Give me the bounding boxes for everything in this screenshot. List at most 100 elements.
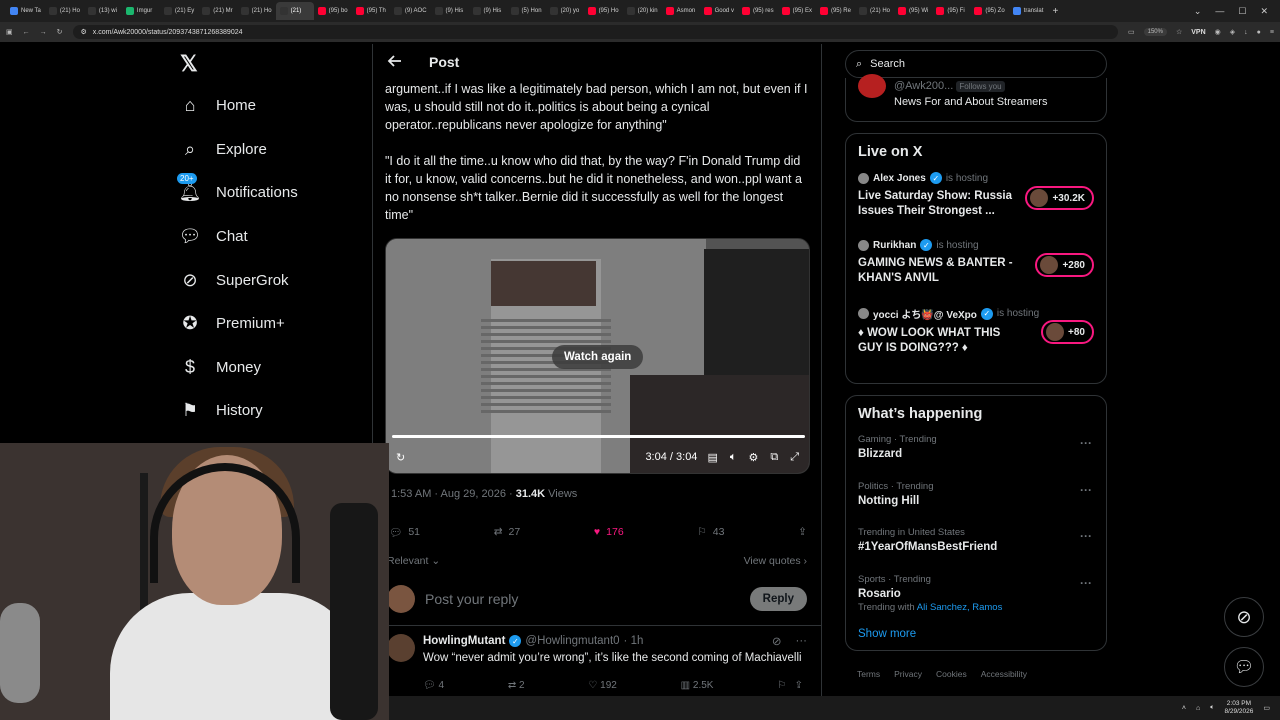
reply-repost-action[interactable]: ⇄ 2 — [508, 680, 525, 691]
sidebar-toggle-icon[interactable]: ▣ — [6, 28, 13, 36]
footer-link[interactable]: Terms — [857, 669, 880, 679]
show-more-link[interactable]: Show more — [858, 628, 1094, 640]
browser-tab[interactable]: (21) Ey — [160, 2, 198, 20]
browser-tab[interactable]: (20) yo — [546, 2, 584, 20]
nav-item-home[interactable]: ⌂ Home — [170, 84, 370, 128]
nav-item-history[interactable]: ⚑ History — [170, 389, 370, 433]
video-player[interactable]: Watch again ↻ 3:04 / 3:04 ▤ 🔈︎ ⚙ ⧉ ⤢ — [385, 238, 810, 474]
fullscreen-icon[interactable]: ⤢ — [790, 451, 799, 464]
browser-tab[interactable]: (9) AOC — [390, 2, 431, 20]
watch-again-button[interactable]: Watch again — [552, 345, 644, 369]
browser-tab[interactable]: (5) Hon — [507, 2, 546, 20]
footer-link[interactable]: Cookies — [936, 669, 967, 679]
close-window-icon[interactable]: ✕ — [1260, 6, 1268, 17]
view-quotes-link[interactable]: View quotes › — [744, 555, 807, 567]
reply-like-action[interactable]: ♡ 192 — [588, 680, 616, 691]
reply-tweet[interactable]: HowlingMutant ✓ @Howlingmutant0 · 1h ⊘ ·… — [373, 626, 821, 691]
reply-time[interactable]: · 1h — [624, 635, 644, 647]
profile-card[interactable]: @Awk200... Follows you News For and Abou… — [845, 74, 1107, 122]
browser-tab[interactable]: (95) Ho — [584, 2, 623, 20]
browser-tab[interactable]: (95) res — [738, 2, 778, 20]
browser-tab[interactable]: (95) Ex — [778, 2, 816, 20]
browser-tab[interactable]: (95) Fi — [932, 2, 970, 20]
browser-tab[interactable]: (21) Ho — [45, 2, 84, 20]
video-progress-bar[interactable] — [392, 435, 805, 438]
browser-tab[interactable]: (20) kin — [623, 2, 662, 20]
trend-item[interactable]: Politics · Trending Notting Hill ··· — [858, 481, 1094, 528]
nav-item-explore[interactable]: ⌕ Explore — [170, 128, 370, 172]
volume-tray-icon[interactable]: 🔈︎ — [1210, 704, 1214, 712]
captions-icon[interactable]: ▤ — [707, 451, 717, 464]
sort-dropdown[interactable]: Relevant ⌄ — [387, 555, 440, 567]
browser-tab[interactable]: Asmon — [662, 2, 700, 20]
browser-tab[interactable]: (21) Ho — [855, 2, 894, 20]
url-text[interactable]: x.com/Awk20000/status/209374387126838902… — [93, 29, 243, 36]
reply-input[interactable]: Post your reply — [425, 591, 740, 607]
footer-link[interactable]: Privacy — [894, 669, 922, 679]
volume-icon[interactable]: 🔈︎ — [730, 451, 737, 464]
browser-tab[interactable]: Imgur — [122, 2, 160, 20]
share-action[interactable]: ⇪ — [798, 526, 807, 538]
reply-action[interactable]: 💬︎ 51 — [389, 526, 420, 539]
footer-link[interactable]: Accessibility — [981, 669, 1027, 679]
nav-item-chat[interactable]: 💬︎ Chat — [170, 215, 370, 259]
reply-reply-action[interactable]: 💬︎ 4 — [423, 680, 444, 691]
listener-badge[interactable]: +80 — [1041, 320, 1094, 344]
back-icon[interactable]: ← — [23, 29, 30, 36]
avatar[interactable] — [387, 584, 415, 613]
listener-badge[interactable]: +30.2K — [1025, 186, 1094, 210]
reply-views-action[interactable]: ▥ 2.5K — [681, 680, 714, 691]
pip-icon[interactable]: ⧉ — [770, 451, 778, 464]
reload-icon[interactable]: ↻ — [57, 28, 63, 36]
extensions-icon[interactable]: ◈ — [1230, 28, 1235, 36]
x-logo[interactable]: 𝕏 — [170, 44, 370, 84]
menu-icon[interactable]: ≡ — [1270, 29, 1274, 36]
browser-tab[interactable]: (13) wi — [84, 2, 122, 20]
more-icon[interactable]: ··· — [796, 635, 808, 647]
browser-tab[interactable]: (95) Wi — [894, 2, 932, 20]
minimize-icon[interactable]: — — [1215, 6, 1224, 16]
zoom-level[interactable]: 150% — [1143, 28, 1167, 36]
trend-item[interactable]: Gaming · Trending Blizzard ··· — [858, 434, 1094, 481]
browser-tab[interactable]: translat — [1009, 2, 1048, 20]
nav-item-notifications[interactable]: 🔔︎ 20+ Notifications — [170, 171, 370, 215]
reply-avatar[interactable] — [387, 634, 415, 662]
browser-tab[interactable]: New Ta — [6, 2, 45, 20]
reply-author-name[interactable]: HowlingMutant — [423, 635, 505, 647]
post-time[interactable]: 1:53 AM · Aug 29, 2026 · — [391, 488, 516, 500]
nav-item-premium[interactable]: ✪ Premium+ — [170, 302, 370, 346]
more-icon[interactable]: ··· — [1080, 529, 1092, 543]
profile-avatar[interactable] — [858, 74, 886, 98]
live-item[interactable]: Rurikhan ✓ is hosting GAMING NEWS & BANTER … — [858, 239, 1094, 306]
settings-icon[interactable]: ⚙ — [748, 451, 758, 464]
browser-tab[interactable]: (95) Th — [352, 2, 390, 20]
messages-fab[interactable]: 💬︎ — [1224, 647, 1264, 687]
live-item[interactable]: Alex Jones ✓ is hosting Live Saturday Show:… — [858, 172, 1094, 239]
forward-icon[interactable]: → — [40, 29, 47, 36]
browser-tab[interactable]: (9) His — [431, 2, 469, 20]
browser-tab[interactable]: Good v — [700, 2, 738, 20]
notification-tray-icon[interactable]: ▭ — [1263, 704, 1270, 712]
live-item[interactable]: yocci よち👹@ VeXpo ✓ is hosting ♦ WOW LOOK WH… — [858, 306, 1094, 373]
repost-action[interactable]: ⇄ 27 — [494, 526, 521, 538]
browser-tab[interactable]: (95) Zo — [970, 2, 1008, 20]
reply-button[interactable]: Reply — [749, 586, 807, 611]
address-bar[interactable]: ⚙ x.com/Awk20000/status/2093743871268389… — [72, 25, 1118, 39]
network-icon[interactable]: ⌂ — [1196, 705, 1200, 712]
download-icon[interactable]: ↓ — [1244, 29, 1248, 36]
back-arrow-icon[interactable] — [387, 53, 403, 72]
more-icon[interactable]: ··· — [1080, 483, 1092, 497]
bookmark-action[interactable]: ⚐ 43 — [697, 526, 724, 538]
bookmark-star-icon[interactable]: ☆ — [1176, 28, 1182, 36]
browser-tab[interactable]: (21) — [275, 2, 314, 20]
tab-list-icon[interactable]: ⌄ — [1194, 6, 1202, 17]
more-icon[interactable]: ··· — [1080, 436, 1092, 450]
nav-item-money[interactable]: $ Money — [170, 346, 370, 390]
vpn-button[interactable]: VPN — [1191, 29, 1205, 36]
grok-fab[interactable]: ⊘ — [1224, 597, 1264, 637]
like-action[interactable]: ♥ 176 — [594, 526, 624, 538]
reply-author-handle[interactable]: @Howlingmutant0 — [525, 635, 619, 647]
tray-chevron-icon[interactable]: ˄ — [1182, 705, 1186, 712]
profile-icon[interactable]: ● — [1257, 29, 1261, 36]
trend-item[interactable]: Sports · Trending Rosario Trending with Al… — [858, 574, 1094, 621]
